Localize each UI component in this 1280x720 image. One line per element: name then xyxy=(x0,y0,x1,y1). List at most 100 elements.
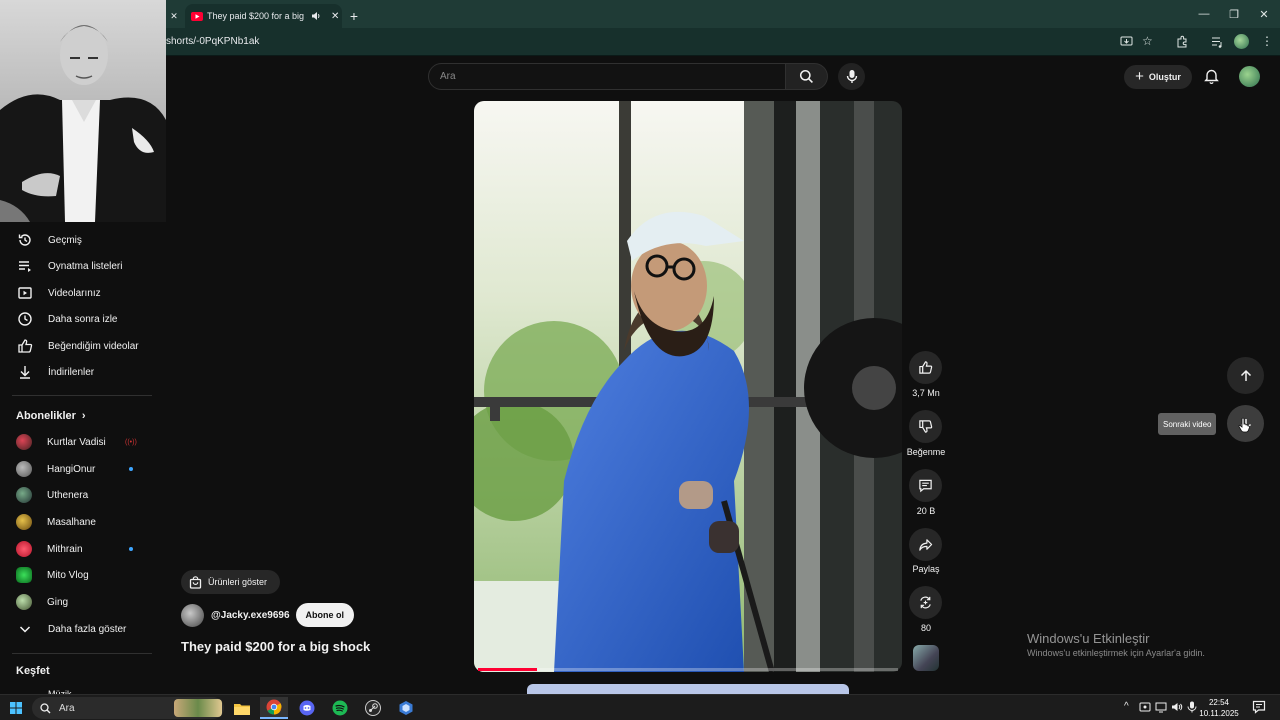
menu-dots-icon[interactable]: ⋮ xyxy=(1261,34,1273,48)
clock-date: 10.11.2025 xyxy=(1199,709,1239,718)
sidebar-item-playlists[interactable]: Oynatma listeleri xyxy=(0,253,160,279)
tray-app-icon[interactable] xyxy=(1139,701,1151,713)
extensions-icon[interactable] xyxy=(1176,35,1189,48)
divider xyxy=(12,395,152,396)
explore-heading-label: Keşfet xyxy=(16,665,50,677)
close-tab-icon[interactable]: ✕ xyxy=(331,11,339,22)
next-video-preview[interactable] xyxy=(527,684,849,694)
show-more-button[interactable]: Daha fazla göster xyxy=(0,616,160,642)
chrome-icon[interactable] xyxy=(260,697,288,719)
channel-avatar xyxy=(16,541,32,557)
video-title[interactable]: They paid $200 for a big shock xyxy=(181,639,370,654)
show-products-button[interactable]: Ürünleri göster xyxy=(181,570,280,594)
video-progress-track[interactable] xyxy=(478,668,898,671)
audio-channel-thumbnail[interactable] xyxy=(913,645,939,671)
install-app-icon[interactable] xyxy=(1120,35,1133,48)
taskbar-clock[interactable]: 22:54 10.11.2025 xyxy=(1196,697,1242,719)
minimize-icon[interactable]: — xyxy=(1196,6,1212,22)
notifications-button[interactable] xyxy=(1201,66,1221,86)
search-input[interactable]: Ara xyxy=(428,63,786,90)
speaker-icon[interactable] xyxy=(311,11,321,21)
subscription-item[interactable]: Uthenera xyxy=(0,482,160,508)
new-tab-icon[interactable]: + xyxy=(346,4,362,28)
channel-avatar xyxy=(16,461,32,477)
plus-icon: + xyxy=(1135,68,1144,85)
new-content-dot xyxy=(129,467,133,471)
subscription-item[interactable]: HangiOnur xyxy=(0,456,160,482)
like-count: 3,7 Mn xyxy=(912,388,940,398)
taskbar-search-label: Ara xyxy=(59,702,75,714)
shorts-video-player[interactable] xyxy=(474,101,902,672)
subscription-item[interactable]: Ging xyxy=(0,589,160,615)
channel-avatar[interactable] xyxy=(181,603,204,627)
channel-name[interactable]: @Jacky.exe9696 xyxy=(211,610,290,621)
sidebar-item-history[interactable]: Geçmiş xyxy=(0,227,160,253)
steam-icon[interactable] xyxy=(359,697,387,719)
sidebar-item-label: Oynatma listeleri xyxy=(48,260,123,272)
restore-icon[interactable]: ❐ xyxy=(1226,6,1242,22)
profile-avatar[interactable] xyxy=(1234,34,1249,49)
tab-active[interactable]: They paid $200 for a big shock ✕ xyxy=(185,4,342,28)
channel-avatar xyxy=(16,434,32,450)
bookmark-star-icon[interactable]: ☆ xyxy=(1142,34,1153,48)
overlay-portrait-photo xyxy=(0,0,166,222)
bell-icon xyxy=(1203,68,1219,84)
volume-icon[interactable] xyxy=(1171,701,1183,713)
remix-button[interactable] xyxy=(909,586,942,619)
like-button[interactable] xyxy=(909,351,942,384)
close-tab-icon[interactable]: ✕ xyxy=(166,4,182,28)
file-explorer-icon[interactable] xyxy=(228,697,256,719)
sidebar-item-downloads[interactable]: İndirilenler xyxy=(0,359,160,385)
subscription-label: Masalhane xyxy=(47,516,96,528)
playlist-icon xyxy=(16,257,34,275)
subscription-item[interactable]: Mithrain xyxy=(0,536,160,562)
discord-icon[interactable] xyxy=(293,697,321,719)
chevron-right-icon: › xyxy=(81,410,86,422)
search-icon xyxy=(40,702,51,714)
taskbar-search[interactable]: Ara xyxy=(32,697,224,719)
subscription-label: Uthenera xyxy=(47,489,89,501)
game-launcher-icon[interactable] xyxy=(392,697,420,719)
tray-chevron-up-icon[interactable]: ^ xyxy=(1124,701,1129,712)
history-icon xyxy=(16,231,34,249)
url-text[interactable]: shorts/-0PqKPNb1ak xyxy=(166,36,259,47)
previous-video-button[interactable] xyxy=(1227,357,1264,394)
close-window-icon[interactable]: ✕ xyxy=(1256,6,1272,22)
subscribe-button[interactable]: Abone ol xyxy=(295,603,355,627)
subscription-label: Mito Vlog xyxy=(47,569,89,581)
comment-icon xyxy=(918,478,933,493)
sidebar-item-label: İndirilenler xyxy=(48,366,95,378)
thumbs-up-icon xyxy=(918,360,933,375)
channel-avatar xyxy=(16,594,32,610)
comments-button[interactable] xyxy=(909,469,942,502)
channel-avatar xyxy=(16,567,32,583)
subscription-item[interactable]: Masalhane xyxy=(0,509,160,535)
account-avatar[interactable] xyxy=(1239,66,1260,87)
network-icon[interactable] xyxy=(1155,701,1167,713)
sidebar-item-watch-later[interactable]: Daha sonra izle xyxy=(0,306,160,332)
video-progress-fill xyxy=(478,668,537,671)
voice-search-button[interactable] xyxy=(838,63,865,90)
share-button[interactable] xyxy=(909,528,942,561)
notification-center-icon[interactable] xyxy=(1252,700,1266,714)
subscription-item[interactable]: Kurtlar Vadisi ((•)) xyxy=(0,429,160,455)
search-icon xyxy=(799,69,814,84)
subscription-item[interactable]: Mito Vlog xyxy=(0,562,160,588)
your-videos-icon xyxy=(16,284,34,302)
thumbs-down-icon xyxy=(918,419,933,434)
divider xyxy=(12,653,152,654)
spotify-icon[interactable] xyxy=(326,697,354,719)
dislike-button[interactable] xyxy=(909,410,942,443)
search-button[interactable] xyxy=(786,63,828,90)
subscription-label: HangiOnur xyxy=(47,463,96,475)
subscriptions-heading[interactable]: Abonelikler › xyxy=(16,410,86,422)
sidebar-item-your-videos[interactable]: Videolarınız xyxy=(0,280,160,306)
share-label: Paylaş xyxy=(912,564,940,574)
windows-start-icon[interactable] xyxy=(2,697,30,719)
media-control-icon[interactable] xyxy=(1211,35,1224,48)
remix-count: 80 xyxy=(920,623,931,633)
like-icon xyxy=(16,337,34,355)
tab-title: They paid $200 for a big shock xyxy=(207,11,307,21)
sidebar-item-liked-videos[interactable]: Beğendiğim videolar xyxy=(0,333,160,359)
create-button[interactable]: + Oluştur xyxy=(1124,65,1192,89)
